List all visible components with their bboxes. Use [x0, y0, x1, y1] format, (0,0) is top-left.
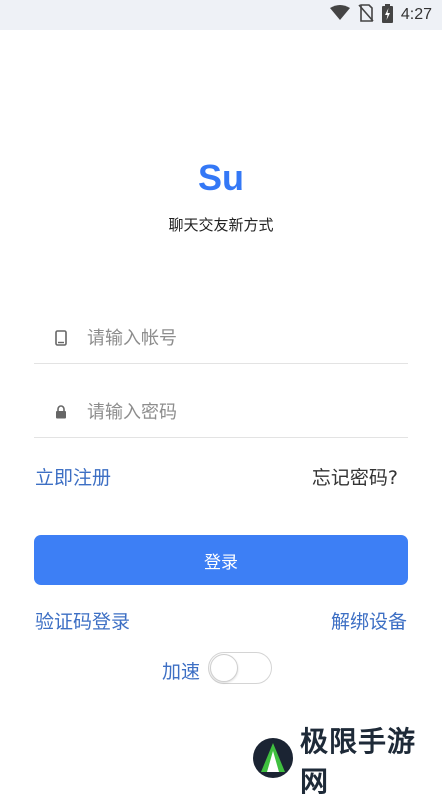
register-link[interactable]: 立即注册: [35, 463, 111, 490]
battery-charging-icon: [381, 3, 393, 27]
unbind-device-link[interactable]: 解绑设备: [331, 607, 407, 634]
no-sim-icon: [358, 4, 374, 26]
phone-icon: [54, 330, 68, 346]
watermark: 极限手游网: [252, 725, 442, 798]
forgot-password-link[interactable]: 忘记密码?: [312, 463, 398, 490]
status-bar: 4:27: [0, 0, 442, 30]
lock-icon: [54, 405, 68, 419]
watermark-text: 极限手游网: [300, 725, 417, 798]
login-button[interactable]: 登录: [34, 535, 408, 585]
app-name: Su: [197, 157, 244, 198]
accelerate-toggle[interactable]: [208, 652, 272, 684]
watermark-logo-icon: [252, 737, 294, 783]
accelerate-label: 加速: [162, 661, 201, 683]
account-input[interactable]: [87, 327, 367, 349]
app-slogan: 聊天交友新方式: [168, 216, 274, 234]
account-field[interactable]: [34, 313, 408, 364]
toggle-knob: [210, 654, 238, 682]
status-icons: 4:27: [329, 3, 432, 27]
wifi-icon: [329, 5, 350, 25]
password-field[interactable]: [34, 387, 408, 438]
status-time: 4:27: [400, 6, 432, 23]
password-input[interactable]: [87, 401, 367, 423]
sms-login-link[interactable]: 验证码登录: [35, 607, 130, 634]
